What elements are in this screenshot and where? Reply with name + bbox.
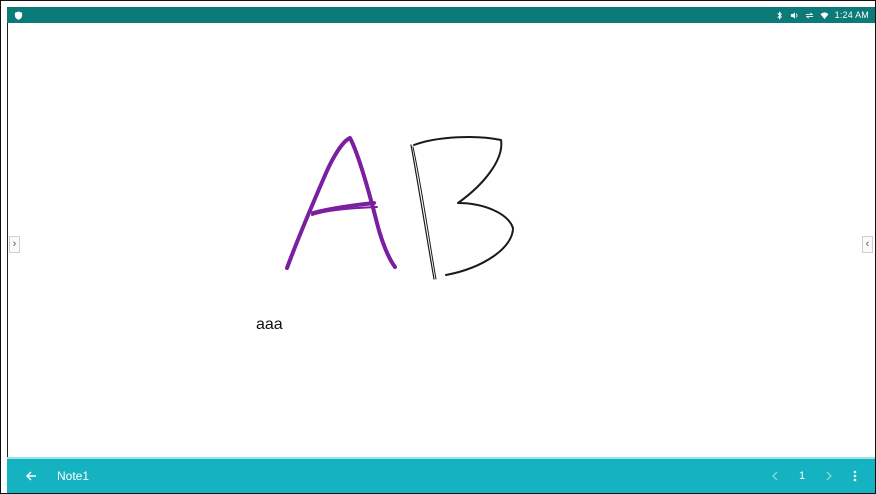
more-options-button[interactable] — [847, 466, 863, 486]
shield-icon — [14, 10, 23, 20]
note-title: Note1 — [57, 469, 90, 483]
previous-page-button[interactable] — [767, 466, 783, 486]
note-canvas[interactable]: aaa › ‹ — [7, 23, 875, 457]
chevron-left-icon — [772, 471, 778, 481]
sync-icon — [805, 11, 813, 19]
expand-right-panel-button[interactable]: ‹ — [862, 236, 873, 253]
wifi-icon — [820, 11, 829, 19]
page-navigator: 1 — [767, 466, 875, 486]
chevron-right-icon — [826, 471, 832, 481]
typed-text[interactable]: aaa — [256, 316, 283, 334]
volume-icon — [790, 11, 798, 19]
page-number: 1 — [798, 470, 806, 482]
bottom-toolbar: Note1 1 — [7, 457, 875, 493]
ink-layer — [285, 136, 514, 280]
expand-left-panel-button[interactable]: › — [9, 236, 20, 253]
handwritten-b — [410, 136, 514, 280]
more-vert-icon — [853, 470, 857, 482]
next-page-button[interactable] — [821, 466, 837, 486]
back-button[interactable] — [17, 462, 45, 490]
status-time: 1:24 AM — [834, 10, 869, 20]
status-bar: 1:24 AM — [7, 7, 875, 23]
bluetooth-icon — [776, 10, 782, 20]
handwritten-a — [285, 136, 397, 270]
app-window: 1:24 AM aaa › ‹ Note1 1 — [0, 0, 876, 494]
back-arrow-icon — [26, 471, 36, 481]
